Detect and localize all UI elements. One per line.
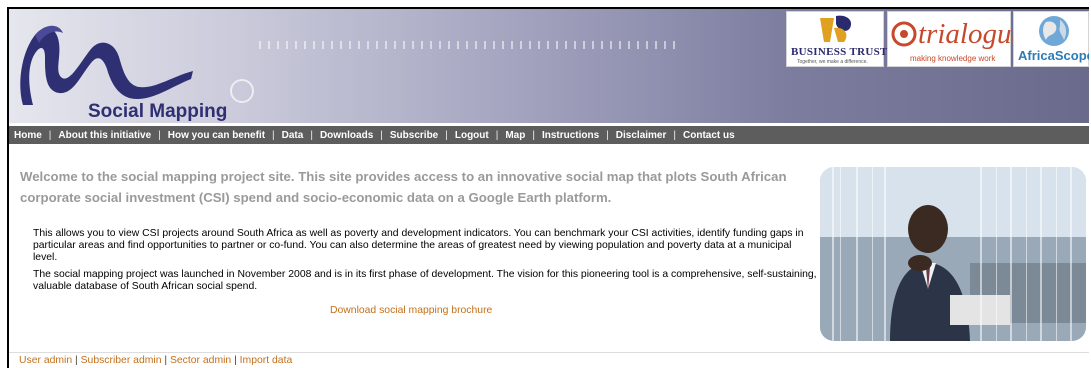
social-mapping-logo[interactable]: Social Mapping bbox=[15, 13, 227, 122]
hero-photo bbox=[820, 167, 1086, 341]
nav-downloads[interactable]: Downloads bbox=[320, 130, 373, 141]
sector-admin-link[interactable]: Sector admin bbox=[170, 355, 231, 366]
nav-separator: | bbox=[445, 129, 448, 141]
business-trust-tagline: Together, we make a difference. bbox=[797, 59, 868, 65]
download-brochure-link[interactable]: Download social mapping brochure bbox=[330, 305, 492, 316]
africascope-name: AfricaScope bbox=[1018, 48, 1089, 63]
intro-paragraph-1: This allows you to view CSI projects aro… bbox=[33, 228, 804, 264]
africascope-logo[interactable]: AfricaScope bbox=[1013, 11, 1089, 67]
nav-instructions[interactable]: Instructions bbox=[542, 130, 599, 141]
nav-subscribe[interactable]: Subscribe bbox=[390, 130, 438, 141]
nav-separator: | bbox=[158, 129, 161, 141]
nav-separator: | bbox=[673, 129, 676, 141]
nav-contact-us[interactable]: Contact us bbox=[683, 130, 735, 141]
subscriber-admin-link[interactable]: Subscriber admin bbox=[81, 355, 162, 366]
import-data-link[interactable]: Import data bbox=[240, 355, 293, 366]
intro-body: This allows you to view CSI projects aro… bbox=[33, 228, 818, 297]
nav-separator: | bbox=[272, 129, 275, 141]
nav-home[interactable]: Home bbox=[14, 130, 42, 141]
nav-about-this-initiative[interactable]: About this initiative bbox=[58, 130, 151, 141]
logo-text: Social Mapping bbox=[88, 101, 228, 122]
decorative-dots bbox=[259, 41, 679, 49]
nav-separator: | bbox=[48, 129, 52, 141]
business-trust-logo[interactable]: BUSINESS TRUST Together, we make a diffe… bbox=[786, 11, 887, 67]
user-admin-link[interactable]: User admin bbox=[19, 355, 72, 366]
nav-separator: | bbox=[532, 129, 535, 141]
trialogue-tagline: making knowledge work bbox=[910, 54, 996, 63]
nav-separator: | bbox=[310, 129, 313, 141]
nav-how-you-can-benefit[interactable]: How you can benefit bbox=[168, 130, 265, 141]
header-banner: Social Mapping BUSINESS TRUST Together, … bbox=[9, 9, 1089, 123]
trialogue-logo[interactable]: trialogue making knowledge work bbox=[887, 11, 1024, 67]
admin-links: User admin | Subscriber admin | Sector a… bbox=[19, 355, 292, 366]
welcome-heading: Welcome to the social mapping project si… bbox=[20, 169, 787, 205]
trialogue-name: trialogue bbox=[918, 18, 1025, 50]
nav-disclaimer[interactable]: Disclaimer bbox=[616, 130, 667, 141]
globe-icon bbox=[1039, 16, 1069, 46]
student-photo-image bbox=[820, 167, 1086, 341]
nav-separator: | bbox=[606, 129, 609, 141]
business-trust-mark-icon bbox=[820, 15, 852, 42]
footer-separator: | bbox=[75, 355, 78, 366]
nav-map[interactable]: Map bbox=[505, 130, 525, 141]
nav-data[interactable]: Data bbox=[282, 130, 304, 141]
decorative-ring bbox=[230, 79, 254, 103]
nav-separator: | bbox=[495, 129, 499, 141]
footer-separator: | bbox=[164, 355, 168, 366]
intro-paragraph-2: The social mapping project was launched … bbox=[33, 268, 817, 292]
nav-separator: | bbox=[380, 129, 383, 141]
footer-separator: | bbox=[234, 355, 237, 366]
nav-logout[interactable]: Logout bbox=[455, 130, 489, 141]
business-trust-name: BUSINESS TRUST bbox=[791, 46, 888, 58]
trialogue-target-icon bbox=[891, 21, 917, 47]
main-nav: Home | About this initiative | How you c… bbox=[9, 126, 1089, 144]
footer-divider bbox=[9, 352, 1089, 353]
